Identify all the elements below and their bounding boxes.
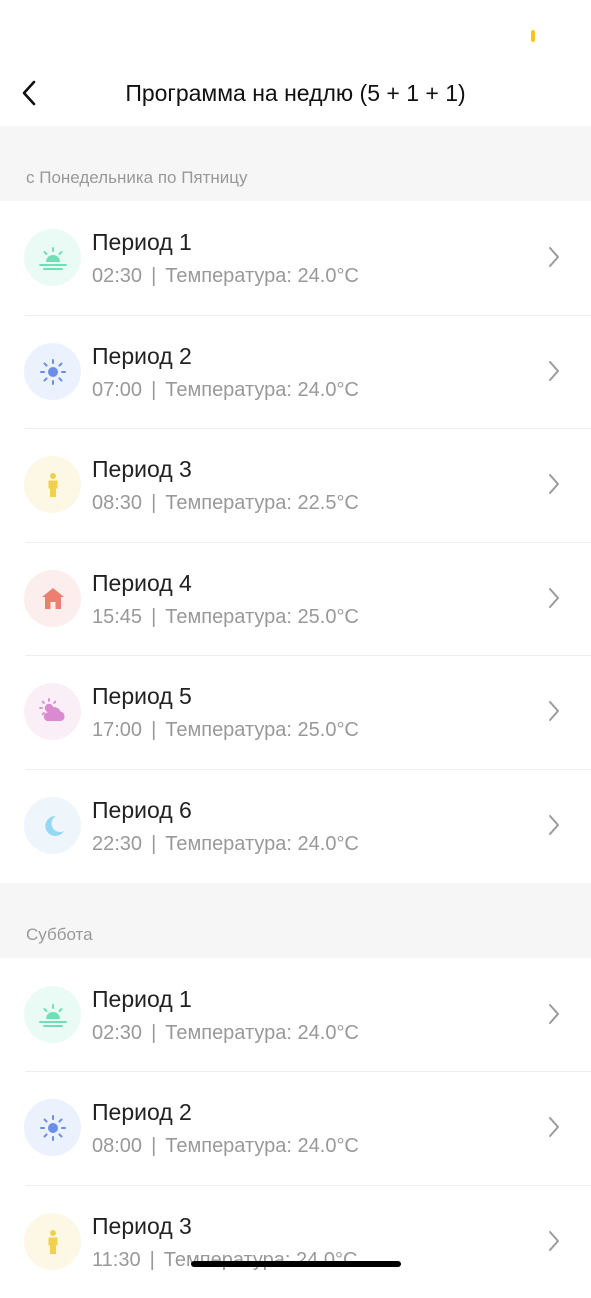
period-row[interactable]: Период 6 22:30 | Температура: 24.0°C <box>0 768 591 883</box>
sun-icon <box>40 358 66 385</box>
period-title: Период 4 <box>92 569 192 596</box>
period-row[interactable]: Период 3 08:30 | Температура: 22.5°C <box>0 428 591 542</box>
period-time: 08:30 <box>92 492 143 515</box>
period-details: 07:00 | Температура: 24.0°C <box>92 379 359 402</box>
period-icon-badge <box>24 1099 81 1157</box>
period-temperature: Температура: 22.5°C <box>165 492 359 515</box>
home-icon <box>42 587 64 609</box>
period-icon-badge <box>24 683 81 741</box>
period-title: Период 1 <box>92 229 192 255</box>
period-row[interactable]: Период 2 08:00 | Температура: 24.0°C <box>0 1071 591 1185</box>
header: Программа на недлю (5 + 1 + 1) <box>0 60 591 126</box>
period-time: 07:00 <box>92 378 143 401</box>
period-details: 17:00 | Температура: 25.0°C <box>92 719 359 742</box>
period-row[interactable]: Период 2 07:00 | Температура: 24.0°C <box>0 314 591 429</box>
separator: | <box>151 832 157 855</box>
moon-icon <box>45 815 64 836</box>
period-icon-badge <box>24 569 81 627</box>
period-temperature: Температура: 24.0°C <box>165 378 359 401</box>
chevron-right-icon <box>549 1003 559 1024</box>
period-row[interactable]: Период 1 02:30 | Температура: 24.0°C <box>0 201 591 315</box>
separator: | <box>151 378 157 401</box>
period-list-saturday: Период 1 02:30 | Температура: 24.0°C Пер… <box>0 957 591 1298</box>
period-details: 22:30 | Температура: 24.0°C <box>92 833 359 856</box>
period-title: Период 5 <box>92 683 192 710</box>
section-header-saturday: Суббота <box>0 882 591 958</box>
separator: | <box>151 265 157 287</box>
period-details: 15:45 | Температура: 25.0°C <box>92 606 359 629</box>
section-header-weekdays: с Понедельника по Пятницу <box>0 126 591 201</box>
chevron-right-icon <box>549 1117 559 1138</box>
page-title: Программа на недлю (5 + 1 + 1) <box>125 80 466 106</box>
period-time: 17:00 <box>92 719 143 742</box>
separator: | <box>151 605 157 628</box>
period-icon-badge <box>24 342 81 400</box>
status-indicator <box>531 30 535 42</box>
period-temperature: Температура: 24.0°C <box>163 1248 358 1271</box>
status-bar <box>0 0 591 60</box>
period-details: 08:30 | Температура: 22.5°C <box>92 492 359 515</box>
period-row[interactable]: Период 5 17:00 | Температура: 25.0°C <box>0 655 591 769</box>
period-icon-badge <box>24 1212 81 1270</box>
period-time: 02:30 <box>92 1021 143 1044</box>
cloud-sun-icon <box>39 698 65 722</box>
period-title: Период 3 <box>92 1212 192 1239</box>
period-time: 08:00 <box>92 1135 143 1158</box>
period-temperature: Температура: 24.0°C <box>165 265 359 287</box>
period-title: Период 6 <box>92 796 192 823</box>
chevron-right-icon <box>549 247 559 267</box>
period-title: Период 3 <box>92 456 192 483</box>
separator: | <box>151 1135 157 1158</box>
period-temperature: Температура: 25.0°C <box>165 605 359 628</box>
period-icon-badge <box>24 456 81 514</box>
period-time: 11:30 <box>92 1248 141 1271</box>
period-details: 02:30 | Температура: 24.0°C <box>92 265 359 288</box>
separator: | <box>149 1248 155 1271</box>
separator: | <box>151 492 157 515</box>
sunrise-icon <box>39 1003 67 1027</box>
period-title: Период 2 <box>92 1099 192 1126</box>
chevron-right-icon <box>549 360 559 381</box>
period-row[interactable]: Период 3 11:30 | Температура: 24.0°C <box>0 1184 591 1298</box>
person-icon <box>48 473 58 498</box>
separator: | <box>151 1021 157 1044</box>
chevron-right-icon <box>549 474 559 495</box>
period-time: 02:30 <box>92 265 143 287</box>
person-icon <box>48 1229 58 1254</box>
period-title: Период 2 <box>92 342 192 369</box>
home-indicator[interactable] <box>191 1261 401 1267</box>
chevron-right-icon <box>549 1230 559 1251</box>
period-time: 15:45 <box>92 605 143 628</box>
period-title: Период 1 <box>92 985 192 1012</box>
period-row[interactable]: Период 4 15:45 | Температура: 25.0°C <box>0 541 591 656</box>
period-temperature: Температура: 25.0°C <box>165 719 359 742</box>
period-icon-badge <box>24 229 81 286</box>
sun-icon <box>40 1115 66 1142</box>
chevron-right-icon <box>549 814 559 835</box>
period-time: 22:30 <box>92 832 143 855</box>
period-row[interactable]: Период 1 02:30 | Температура: 24.0°C <box>0 958 591 1072</box>
period-icon-badge <box>24 985 81 1043</box>
period-temperature: Температура: 24.0°C <box>165 832 359 855</box>
period-icon-badge <box>24 796 81 854</box>
period-list-weekdays: Период 1 02:30 | Температура: 24.0°C Пер… <box>0 201 591 883</box>
period-temperature: Температура: 24.0°C <box>165 1135 359 1158</box>
period-details: 08:00 | Температура: 24.0°C <box>92 1135 359 1158</box>
chevron-right-icon <box>549 701 559 722</box>
period-temperature: Температура: 24.0°C <box>165 1021 359 1044</box>
sunrise-icon <box>39 247 67 270</box>
period-details: 02:30 | Температура: 24.0°C <box>92 1022 359 1045</box>
separator: | <box>151 719 157 742</box>
chevron-right-icon <box>549 587 559 608</box>
